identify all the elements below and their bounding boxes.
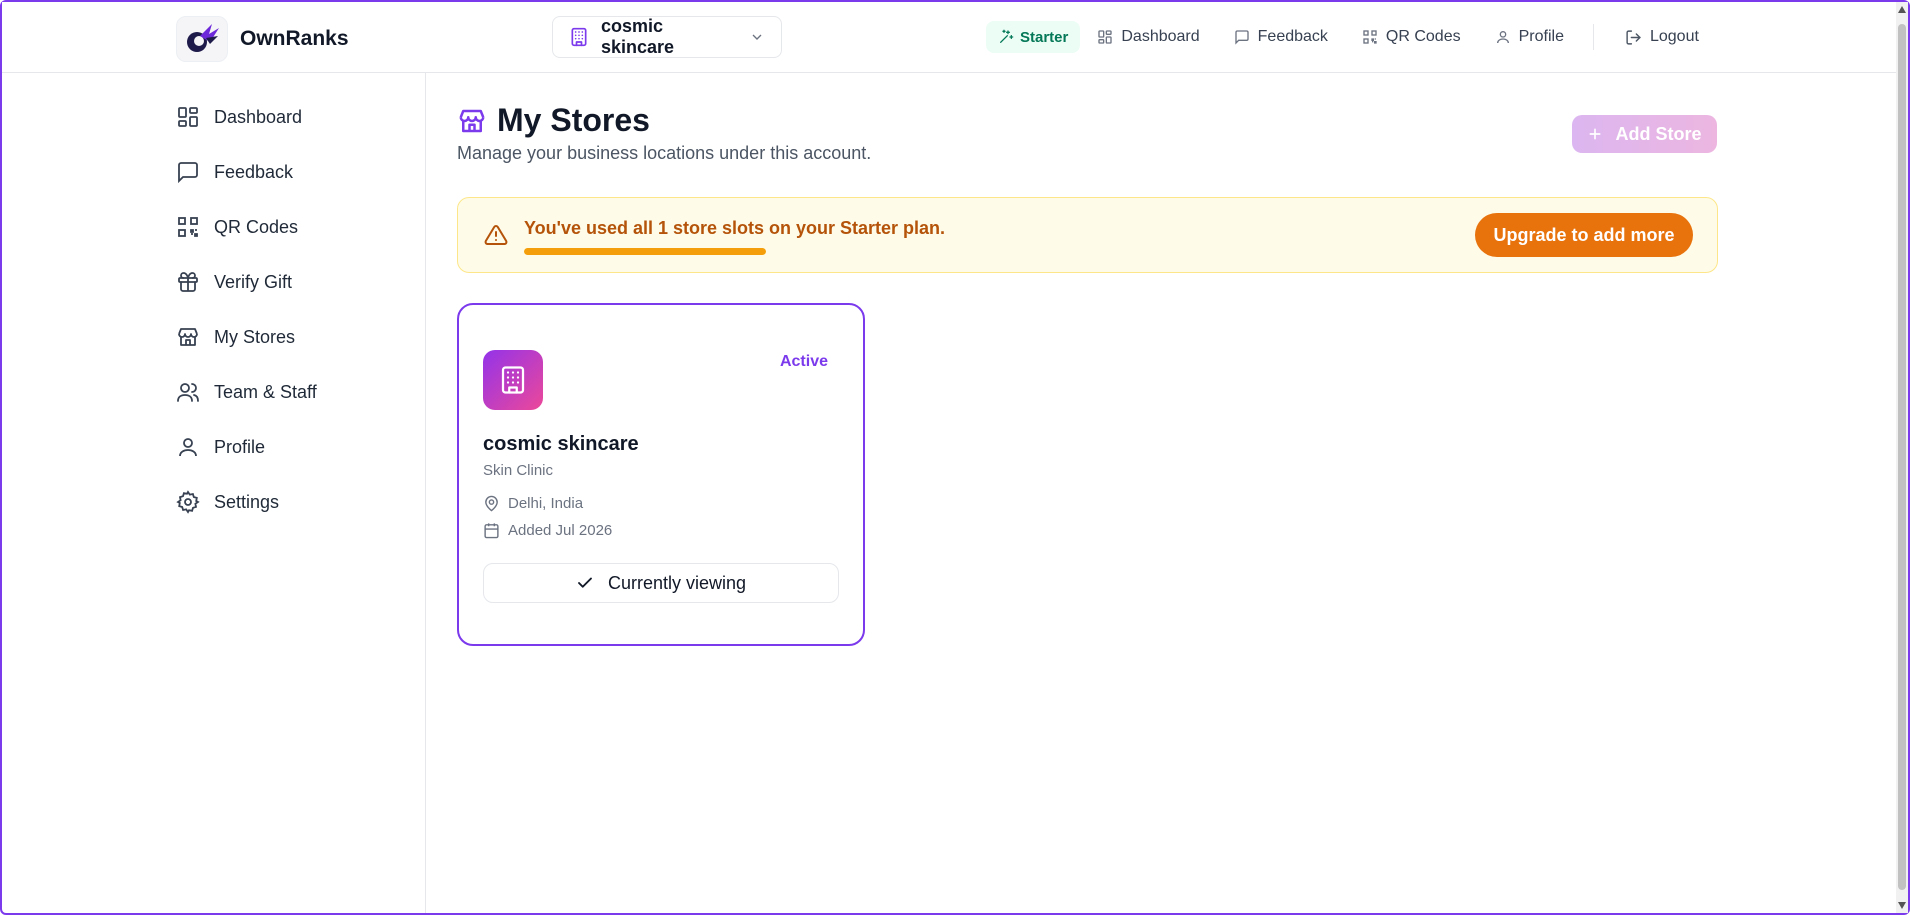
sidebar-item-label: QR Codes [214, 216, 299, 237]
sidebar-item-team-staff[interactable]: Team & Staff [176, 376, 317, 408]
logout-button[interactable]: Logout [1608, 21, 1716, 53]
currently-viewing-button[interactable]: Currently viewing [483, 563, 839, 603]
nav-feedback-label: Feedback [1257, 28, 1328, 45]
building-icon [483, 350, 543, 410]
page-title: My Stores [457, 102, 871, 139]
sidebar-item-label: My Stores [214, 326, 296, 347]
brand[interactable]: OwnRanks [176, 16, 349, 62]
plus-icon [1587, 126, 1603, 142]
store-location: Delhi, India [483, 495, 583, 512]
warning-icon [484, 223, 508, 247]
sidebar-item-label: Profile [214, 436, 266, 457]
plan-badge-label: Starter [1020, 28, 1069, 46]
dashboard-icon [176, 105, 200, 129]
add-store-button[interactable]: Add Store [1572, 115, 1717, 153]
gift-icon [176, 270, 200, 294]
qr-code-icon [176, 215, 200, 239]
sparkles-icon [998, 29, 1014, 45]
nav-qr-codes-label: QR Codes [1385, 28, 1461, 45]
logout-icon [1625, 29, 1642, 46]
page-title-text: My Stores [497, 102, 650, 138]
sidebar-item-label: Dashboard [214, 106, 303, 127]
nav-qr-codes[interactable]: QR Codes [1345, 21, 1478, 53]
nav-dashboard-label: Dashboard [1121, 28, 1200, 45]
dashboard-icon [1097, 29, 1113, 45]
top-nav: Starter Dashboard Feedback QR Codes Prof… [986, 20, 1716, 54]
store-usage-bar [524, 248, 766, 255]
store-icon [457, 106, 487, 136]
user-icon [176, 435, 200, 459]
nav-feedback[interactable]: Feedback [1217, 21, 1345, 53]
brand-logo-icon [176, 16, 228, 62]
chevron-down-icon [749, 29, 765, 45]
sidebar-item-dashboard[interactable]: Dashboard [176, 101, 302, 133]
top-bar: OwnRanks cosmic skincare Starter Dashboa… [2, 2, 1896, 73]
calendar-icon [483, 522, 500, 539]
page-subtitle: Manage your business locations under thi… [457, 143, 872, 163]
sidebar-item-profile[interactable]: Profile [176, 431, 265, 463]
building-icon [569, 27, 589, 47]
add-store-label: Add Store [1615, 123, 1702, 144]
store-selector-label: cosmic skincare [601, 16, 675, 57]
scroll-up-arrow-icon[interactable] [1898, 6, 1906, 13]
store-card[interactable]: Active cosmic skincare Skin Clinic Delhi… [457, 303, 865, 646]
sidebar-item-settings[interactable]: Settings [176, 486, 279, 518]
message-icon [1234, 29, 1250, 45]
sidebar-item-feedback[interactable]: Feedback [176, 156, 293, 188]
scrollbar-thumb[interactable] [1898, 24, 1906, 890]
currently-viewing-label: Currently viewing [607, 572, 747, 593]
check-icon [576, 574, 594, 592]
message-icon [176, 160, 200, 184]
store-location-text: Delhi, India [508, 495, 584, 512]
gear-icon [176, 490, 200, 514]
store-type: Skin Clinic [483, 462, 554, 479]
sidebar-item-verify-gift[interactable]: Verify Gift [176, 266, 292, 298]
user-icon [1495, 29, 1511, 45]
status-badge: Active [779, 353, 828, 370]
store-usage-bar-fill [524, 248, 766, 255]
nav-profile[interactable]: Profile [1478, 21, 1581, 53]
nav-dashboard[interactable]: Dashboard [1080, 21, 1216, 53]
nav-divider [1592, 24, 1594, 50]
sidebar-item-label: Feedback [214, 161, 294, 182]
sidebar-item-my-stores[interactable]: My Stores [176, 321, 295, 353]
users-icon [176, 380, 200, 404]
sidebar: Dashboard Feedback QR Codes Verify Gift … [2, 73, 426, 913]
store-selector[interactable]: cosmic skincare [552, 16, 782, 58]
store-added-text: Added Jul 2026 [508, 522, 613, 539]
scroll-down-arrow-icon[interactable] [1898, 902, 1906, 909]
page-header: My Stores Manage your business locations… [457, 102, 871, 164]
scrollbar[interactable] [1896, 2, 1908, 913]
sidebar-item-label: Team & Staff [214, 381, 317, 402]
map-pin-icon [483, 495, 500, 512]
sidebar-item-label: Verify Gift [214, 271, 293, 292]
sidebar-item-label: Settings [214, 491, 280, 512]
plan-badge[interactable]: Starter [986, 21, 1081, 53]
sidebar-item-qr-codes[interactable]: QR Codes [176, 211, 298, 243]
store-name: cosmic skincare [483, 433, 639, 455]
plan-limit-alert: You've used all 1 store slots on your St… [457, 197, 1718, 273]
store-icon [176, 325, 200, 349]
alert-message: You've used all 1 store slots on your St… [524, 218, 946, 238]
brand-name: OwnRanks [240, 27, 349, 50]
store-added-date: Added Jul 2026 [483, 522, 612, 539]
qr-code-icon [1362, 29, 1378, 45]
logout-label: Logout [1649, 28, 1699, 45]
upgrade-button[interactable]: Upgrade to add more [1475, 213, 1693, 257]
nav-profile-label: Profile [1518, 28, 1564, 45]
